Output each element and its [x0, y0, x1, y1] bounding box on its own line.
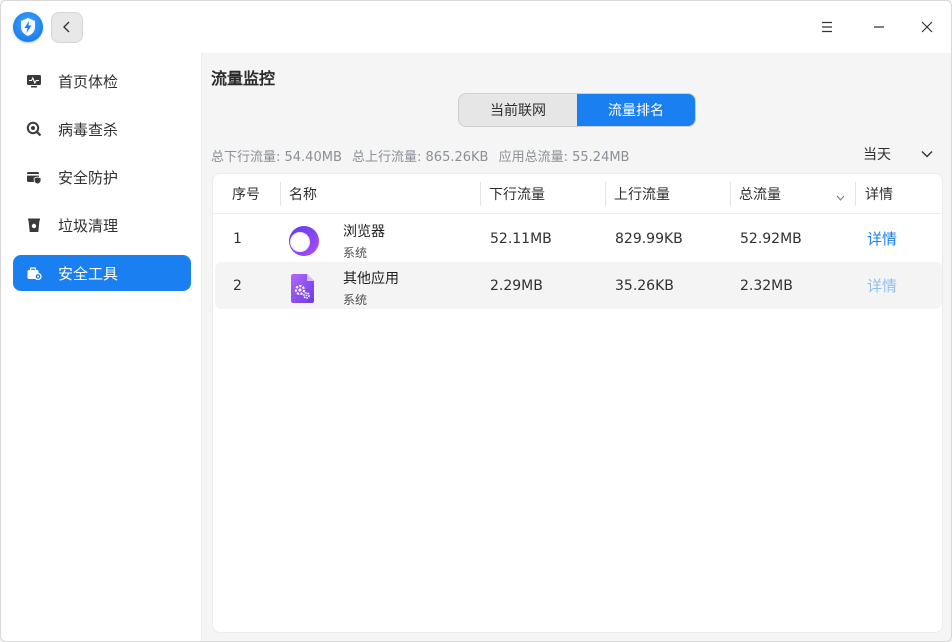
column-download[interactable]: 下行流量 — [480, 174, 605, 214]
column-total[interactable]: 总流量 — [730, 174, 855, 214]
chevron-down-icon — [921, 150, 933, 158]
protection-card-icon — [25, 168, 43, 186]
column-label: 序号 — [232, 187, 260, 203]
other-apps-gear-icon — [285, 270, 321, 306]
total-value: 52.92MB — [740, 230, 802, 247]
time-range-select[interactable]: 当天 — [863, 141, 943, 167]
menu-icon — [821, 18, 833, 37]
sidebar-item-virus-scan[interactable]: 病毒查杀 — [13, 111, 191, 147]
browser-icon — [285, 223, 321, 259]
title-bar — [1, 1, 951, 53]
column-name[interactable]: 名称 — [280, 174, 480, 214]
tab-current-connections[interactable]: 当前联网 — [459, 94, 577, 126]
total-upload-text: 总上行流量: 865.26KB — [352, 150, 489, 165]
app-window: 首页体检 病毒查杀 安全防护 垃圾清理 安全工具 流量监控 当前联网 流量排名 … — [0, 0, 952, 642]
row-index: 2 — [233, 277, 242, 294]
toolbox-icon — [25, 264, 43, 282]
column-index[interactable]: 序号 — [232, 174, 260, 214]
virus-scan-icon — [25, 120, 43, 138]
row-index: 1 — [233, 230, 242, 247]
page-title: 流量监控 — [211, 69, 276, 88]
column-label: 下行流量 — [489, 187, 545, 203]
app-total-text: 应用总流量: 55.24MB — [498, 150, 630, 165]
time-range-value: 当天 — [863, 147, 891, 163]
sidebar-item-label: 首页体检 — [58, 72, 119, 91]
column-detail: 详情 — [855, 174, 942, 214]
sidebar-item-label: 病毒查杀 — [58, 120, 119, 139]
shield-lightning-icon — [13, 12, 43, 42]
close-button[interactable] — [913, 13, 941, 41]
total-download-text: 总下行流量: 54.40MB — [211, 150, 342, 165]
app-type: 系统 — [343, 246, 368, 260]
traffic-table: 序号 名称 下行流量 上行流量 总流量 详情 1 浏览器 系统 52.11MB … — [212, 173, 943, 633]
table-row[interactable]: 2 其他应用 系统 2.29MB 35.26KB 2.32MB 详情 — [215, 262, 942, 309]
traffic-summary: 总下行流量: 54.40MB 总上行流量: 865.26KB 应用总流量: 55… — [211, 146, 635, 165]
download-value: 52.11MB — [490, 230, 552, 247]
sidebar-item-junk-clean[interactable]: 垃圾清理 — [13, 207, 191, 243]
sidebar-item-label: 安全工具 — [58, 264, 119, 283]
app-name: 浏览器 — [343, 224, 385, 240]
detail-link[interactable]: 详情 — [867, 228, 897, 249]
table-row[interactable]: 1 浏览器 系统 52.11MB 829.99KB 52.92MB 详情 — [215, 215, 942, 262]
table-header: 序号 名称 下行流量 上行流量 总流量 详情 — [213, 174, 942, 214]
close-icon — [921, 18, 933, 37]
sidebar-item-label: 垃圾清理 — [58, 216, 119, 235]
view-tabs: 当前联网 流量排名 — [458, 93, 696, 127]
total-value: 2.32MB — [740, 277, 793, 294]
minimize-icon — [873, 18, 885, 37]
sidebar-item-label: 安全防护 — [58, 168, 119, 187]
back-button[interactable] — [51, 12, 83, 43]
sort-down-icon — [836, 189, 845, 205]
minimize-button[interactable] — [865, 13, 893, 41]
menu-button[interactable] — [813, 13, 841, 41]
column-label: 总流量 — [739, 187, 781, 203]
sidebar-item-protection[interactable]: 安全防护 — [13, 159, 191, 195]
column-label: 上行流量 — [614, 187, 670, 203]
monitor-pulse-icon — [25, 72, 43, 90]
trash-bin-icon — [25, 216, 43, 234]
tab-traffic-ranking[interactable]: 流量排名 — [577, 94, 695, 126]
detail-link[interactable]: 详情 — [867, 275, 897, 296]
column-upload[interactable]: 上行流量 — [605, 174, 730, 214]
upload-value: 829.99KB — [615, 230, 683, 247]
download-value: 2.29MB — [490, 277, 543, 294]
main-content: 流量监控 当前联网 流量排名 总下行流量: 54.40MB 总上行流量: 865… — [203, 53, 951, 641]
sidebar-item-security-tools[interactable]: 安全工具 — [13, 255, 191, 291]
sidebar-item-home-check[interactable]: 首页体检 — [13, 63, 191, 99]
chevron-left-icon — [62, 18, 72, 37]
column-label: 名称 — [289, 187, 317, 203]
upload-value: 35.26KB — [615, 277, 674, 294]
column-label: 详情 — [865, 187, 893, 203]
app-name: 其他应用 — [343, 271, 399, 287]
app-type: 系统 — [343, 293, 368, 307]
sidebar: 首页体检 病毒查杀 安全防护 垃圾清理 安全工具 — [1, 53, 202, 641]
